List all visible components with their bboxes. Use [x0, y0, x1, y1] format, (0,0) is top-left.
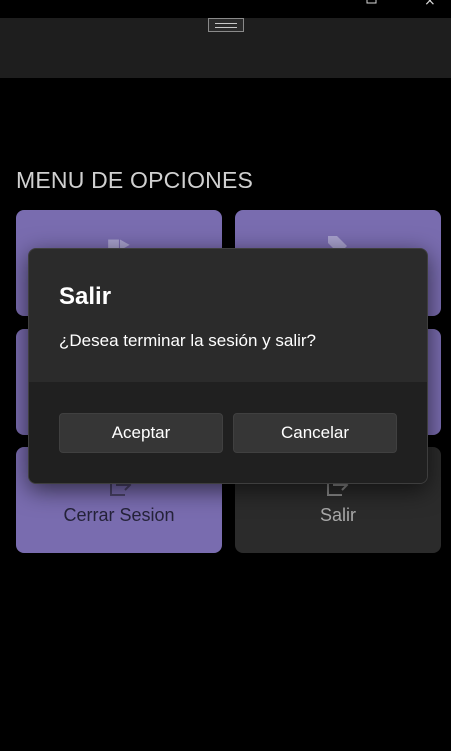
maximize-icon[interactable] [366, 0, 378, 9]
dialog-message: ¿Desea terminar la sesión y salir? [59, 331, 316, 350]
cancel-button[interactable]: Cancelar [233, 413, 397, 453]
dialog-footer: Aceptar Cancelar [29, 382, 427, 483]
dialog-title: Salir [59, 283, 112, 310]
accept-button[interactable]: Aceptar [59, 413, 223, 453]
pane-toggle-button[interactable] [208, 18, 244, 32]
title-bar: × [0, 0, 451, 18]
exit-dialog: Salir ¿Desea terminar la sesión y salir?… [28, 248, 428, 484]
top-bar [0, 18, 451, 78]
cerrar-sesion-label: Cerrar Sesion [63, 505, 175, 525]
hamburger-icon [215, 22, 237, 28]
salir-label: Salir [319, 505, 356, 525]
menu-title: MENU DE OPCIONES [16, 167, 254, 193]
close-icon[interactable]: × [424, 0, 436, 8]
